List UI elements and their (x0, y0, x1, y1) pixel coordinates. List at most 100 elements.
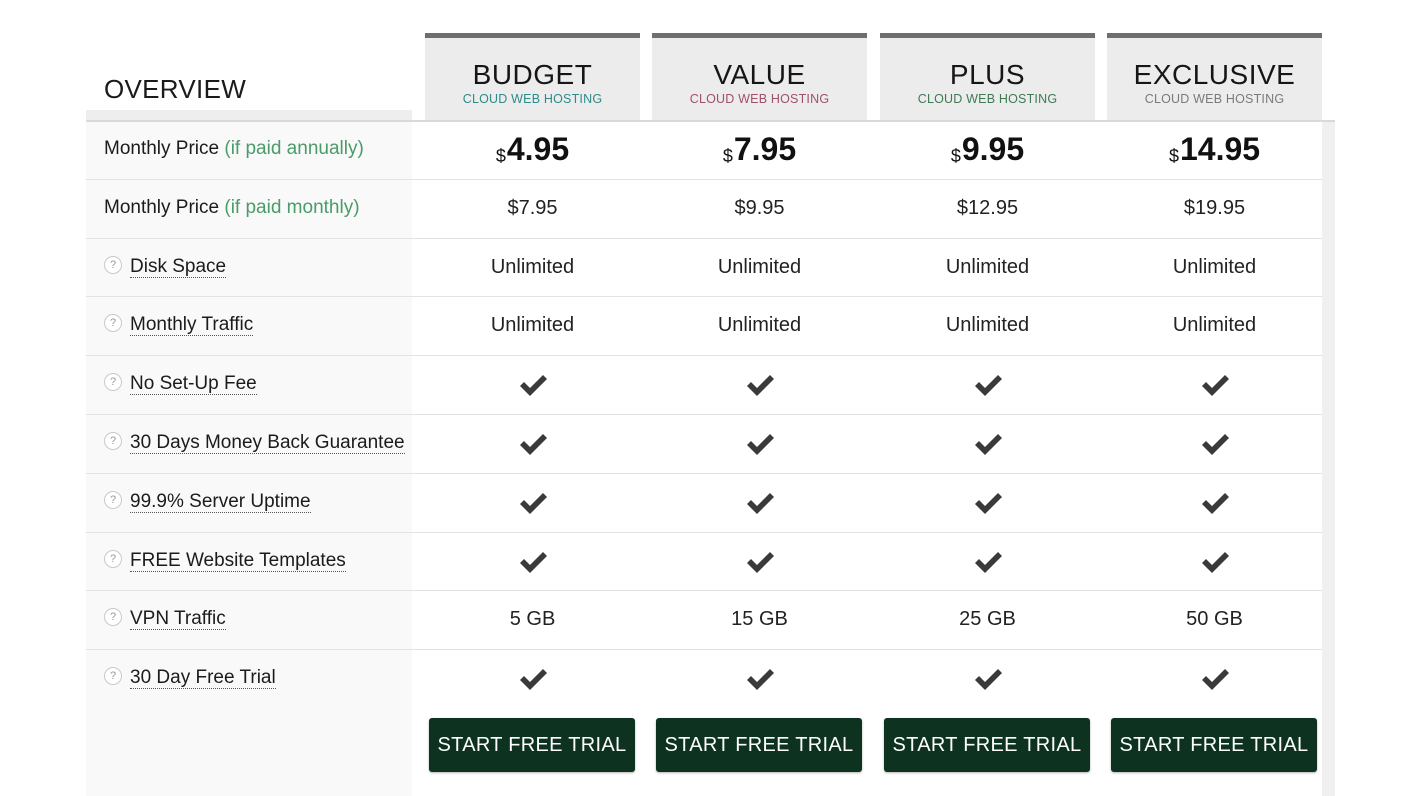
plan-cell: $7.95 (652, 120, 867, 178)
cell-value: Unlimited (945, 256, 1030, 278)
plan-cell (652, 532, 867, 590)
check-icon (745, 667, 775, 690)
annual-price: 9.95 (961, 131, 1025, 167)
plan-cell (425, 355, 640, 413)
price-currency: $ (1168, 146, 1179, 166)
plan-cell: $7.95 (425, 179, 640, 237)
plan-name: PLUS (949, 59, 1026, 90)
plan-cell: Unlimited (425, 296, 640, 354)
plan-cell (1107, 414, 1322, 472)
plan-cell (880, 414, 1095, 472)
plan-cell: $9.95 (880, 120, 1095, 178)
help-icon[interactable]: ? (104, 431, 122, 450)
cell-value: 50 GB (1186, 608, 1243, 630)
check-icon (745, 491, 775, 514)
plan-cell (1107, 532, 1322, 590)
check-icon (973, 491, 1003, 514)
help-icon[interactable]: ? (104, 372, 122, 391)
feature-tooltip-link[interactable]: Monthly Traffic (130, 315, 254, 336)
plan-cell: 15 GB (652, 590, 867, 648)
help-icon[interactable]: ? (104, 549, 122, 568)
cell-value: Unlimited (717, 256, 802, 278)
row-label-note: (if paid annually) (224, 138, 364, 159)
plan-subtitle: CLOUD WEB HOSTING (462, 92, 603, 106)
plan-cell: Unlimited (880, 238, 1095, 296)
row-label: ? 30 Day Free Trial (104, 649, 276, 707)
plan-cell (425, 473, 640, 531)
start-free-trial-button[interactable]: START FREE TRIAL (884, 718, 1090, 772)
plan-cell (1107, 355, 1322, 413)
plan-cell: $19.95 (1107, 179, 1322, 237)
feature-tooltip-link[interactable]: FREE Website Templates (130, 551, 346, 572)
start-free-trial-button[interactable]: START FREE TRIAL (429, 718, 635, 772)
plan-cell: $14.95 (1107, 120, 1322, 178)
check-icon (745, 373, 775, 396)
plan-cell (880, 355, 1095, 413)
plan-cell: 5 GB (425, 590, 640, 648)
help-icon[interactable]: ? (104, 666, 122, 685)
check-icon (518, 373, 548, 396)
plan-cell (880, 473, 1095, 531)
row-label: ? Monthly Traffic (104, 296, 254, 354)
plan-header: VALUE CLOUD WEB HOSTING (652, 33, 867, 121)
plan-cell: Unlimited (652, 238, 867, 296)
check-icon (973, 550, 1003, 573)
plan-cell (880, 649, 1095, 707)
check-icon (1200, 667, 1230, 690)
plan-header: PLUS CLOUD WEB HOSTING (880, 33, 1095, 121)
feature-tooltip-link[interactable]: VPN Traffic (130, 609, 226, 630)
plan-cell: 25 GB (880, 590, 1095, 648)
check-icon (973, 432, 1003, 455)
plan-subtitle: CLOUD WEB HOSTING (1144, 92, 1285, 106)
plan-cell (1107, 649, 1322, 707)
start-free-trial-button[interactable]: START FREE TRIAL (1111, 718, 1317, 772)
row-label: ? FREE Website Templates (104, 532, 346, 590)
cell-value: Unlimited (490, 314, 575, 336)
cell-value: 25 GB (959, 608, 1016, 630)
plan-cell: $4.95 (425, 120, 640, 178)
plan-cell: $12.95 (880, 179, 1095, 237)
plan-cell (652, 355, 867, 413)
cell-value: 15 GB (731, 608, 788, 630)
price-currency: $ (722, 146, 733, 166)
cell-value: Unlimited (1172, 314, 1257, 336)
feature-tooltip-link[interactable]: Disk Space (130, 257, 227, 278)
row-label: ? 99.9% Server Uptime (104, 473, 311, 531)
row-label: ? Disk Space (104, 238, 227, 296)
check-icon (973, 373, 1003, 396)
row-label: Monthly Price (if paid annually) (104, 120, 364, 178)
help-icon[interactable]: ? (104, 255, 122, 274)
check-icon (518, 491, 548, 514)
plan-cell (425, 532, 640, 590)
plan-cell: Unlimited (425, 238, 640, 296)
plan-subtitle: CLOUD WEB HOSTING (917, 92, 1058, 106)
check-icon (518, 550, 548, 573)
annual-price: 7.95 (733, 131, 797, 167)
row-label: ? VPN Traffic (104, 590, 226, 648)
plan-cell: Unlimited (880, 296, 1095, 354)
cell-value: Unlimited (945, 314, 1030, 336)
plan-cell (880, 532, 1095, 590)
help-icon[interactable]: ? (104, 607, 122, 626)
help-icon[interactable]: ? (104, 313, 122, 332)
cell-value: $19.95 (1183, 197, 1246, 219)
plan-cell: 50 GB (1107, 590, 1322, 648)
feature-tooltip-link[interactable]: 99.9% Server Uptime (130, 492, 311, 513)
row-label: ? No Set-Up Fee (104, 355, 257, 413)
start-free-trial-button[interactable]: START FREE TRIAL (656, 718, 862, 772)
check-icon (1200, 491, 1230, 514)
plan-cell (1107, 473, 1322, 531)
price-currency: $ (950, 146, 961, 166)
feature-tooltip-link[interactable]: No Set-Up Fee (130, 374, 257, 395)
help-icon[interactable]: ? (104, 490, 122, 509)
plan-cell (425, 414, 640, 472)
row-label: Monthly Price (if paid monthly) (104, 179, 360, 237)
feature-tooltip-link[interactable]: 30 Day Free Trial (130, 668, 276, 689)
check-icon (973, 667, 1003, 690)
row-label-text: Monthly Price (104, 197, 225, 218)
plan-header: BUDGET CLOUD WEB HOSTING (425, 33, 640, 121)
annual-price: 14.95 (1179, 131, 1261, 167)
plan-cell (652, 473, 867, 531)
feature-tooltip-link[interactable]: 30 Days Money Back Guarantee (130, 433, 405, 454)
plan-cell (652, 649, 867, 707)
